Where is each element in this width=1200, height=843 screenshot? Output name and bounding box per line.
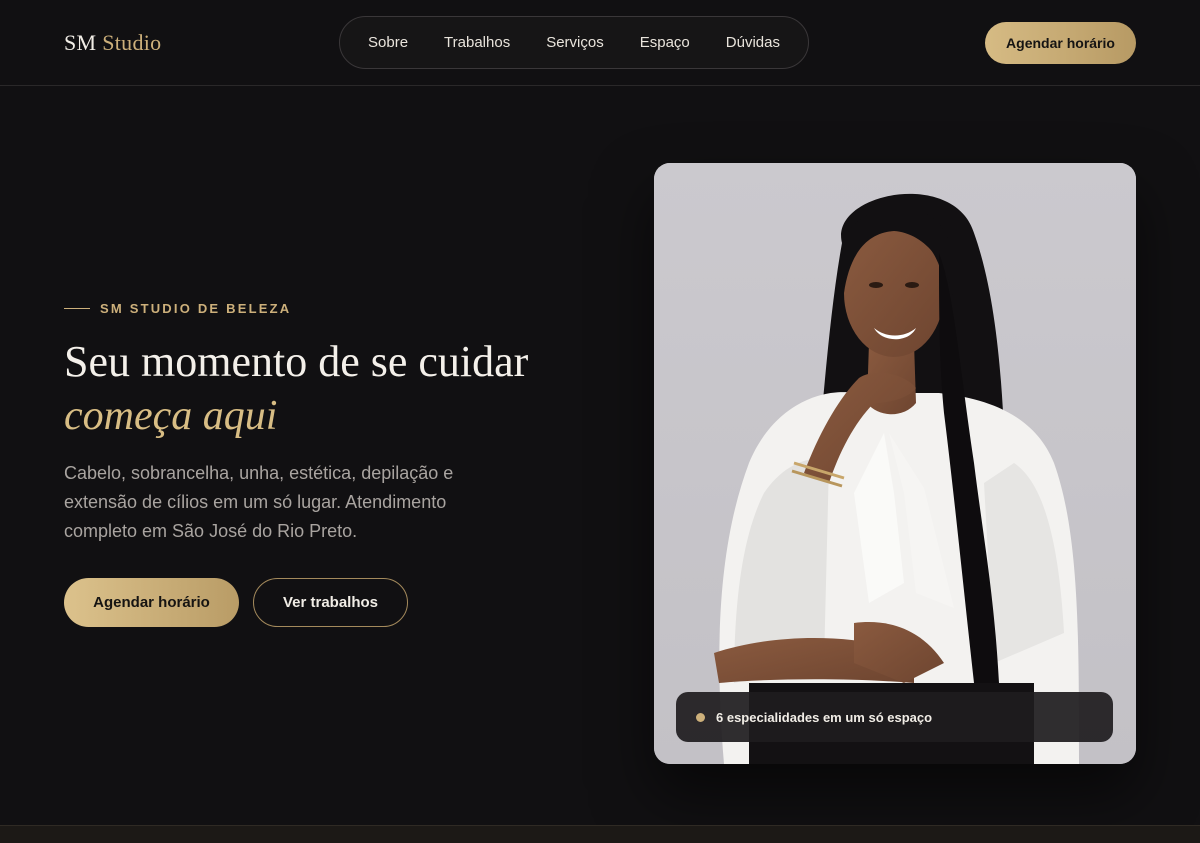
status-dot-icon — [696, 712, 705, 722]
logo-accent: Studio — [102, 30, 162, 55]
portrait-photo — [654, 163, 1136, 764]
nav-item-servicos[interactable]: Serviços — [528, 34, 622, 51]
eyebrow-text: SM STUDIO DE BELEZA — [100, 301, 292, 316]
logo[interactable]: SM Studio — [64, 30, 161, 56]
hero-photo-card: 6 especialidades em um só espaço — [654, 163, 1136, 764]
eyebrow-divider — [64, 308, 90, 309]
next-section-strip — [0, 825, 1200, 843]
book-appointment-button[interactable]: Agendar horário — [64, 578, 239, 627]
specialties-badge: 6 especialidades em um só espaço — [676, 692, 1113, 742]
hero-subtitle: Cabelo, sobrancelha, unha, estética, dep… — [64, 463, 454, 541]
nav-item-espaco[interactable]: Espaço — [622, 34, 708, 51]
nav-item-trabalhos[interactable]: Trabalhos — [426, 34, 528, 51]
logo-main: SM — [64, 30, 97, 55]
hero-headline-accent: começa aqui — [64, 393, 278, 439]
header-book-button[interactable]: Agendar horário — [985, 22, 1136, 64]
hero-eyebrow: SM STUDIO DE BELEZA — [64, 301, 291, 316]
site-header: SM Studio Sobre Trabalhos Serviços Espaç… — [0, 0, 1200, 86]
badge-text: 6 especialidades em um só espaço — [716, 709, 933, 725]
main-nav: Sobre Trabalhos Serviços Espaço Dúvidas — [339, 16, 809, 69]
view-works-button[interactable]: Ver trabalhos — [253, 578, 408, 627]
nav-item-duvidas[interactable]: Dúvidas — [708, 34, 798, 51]
hero-headline: Seu momento de se cuidar — [64, 337, 529, 386]
nav-item-sobre[interactable]: Sobre — [350, 34, 426, 51]
